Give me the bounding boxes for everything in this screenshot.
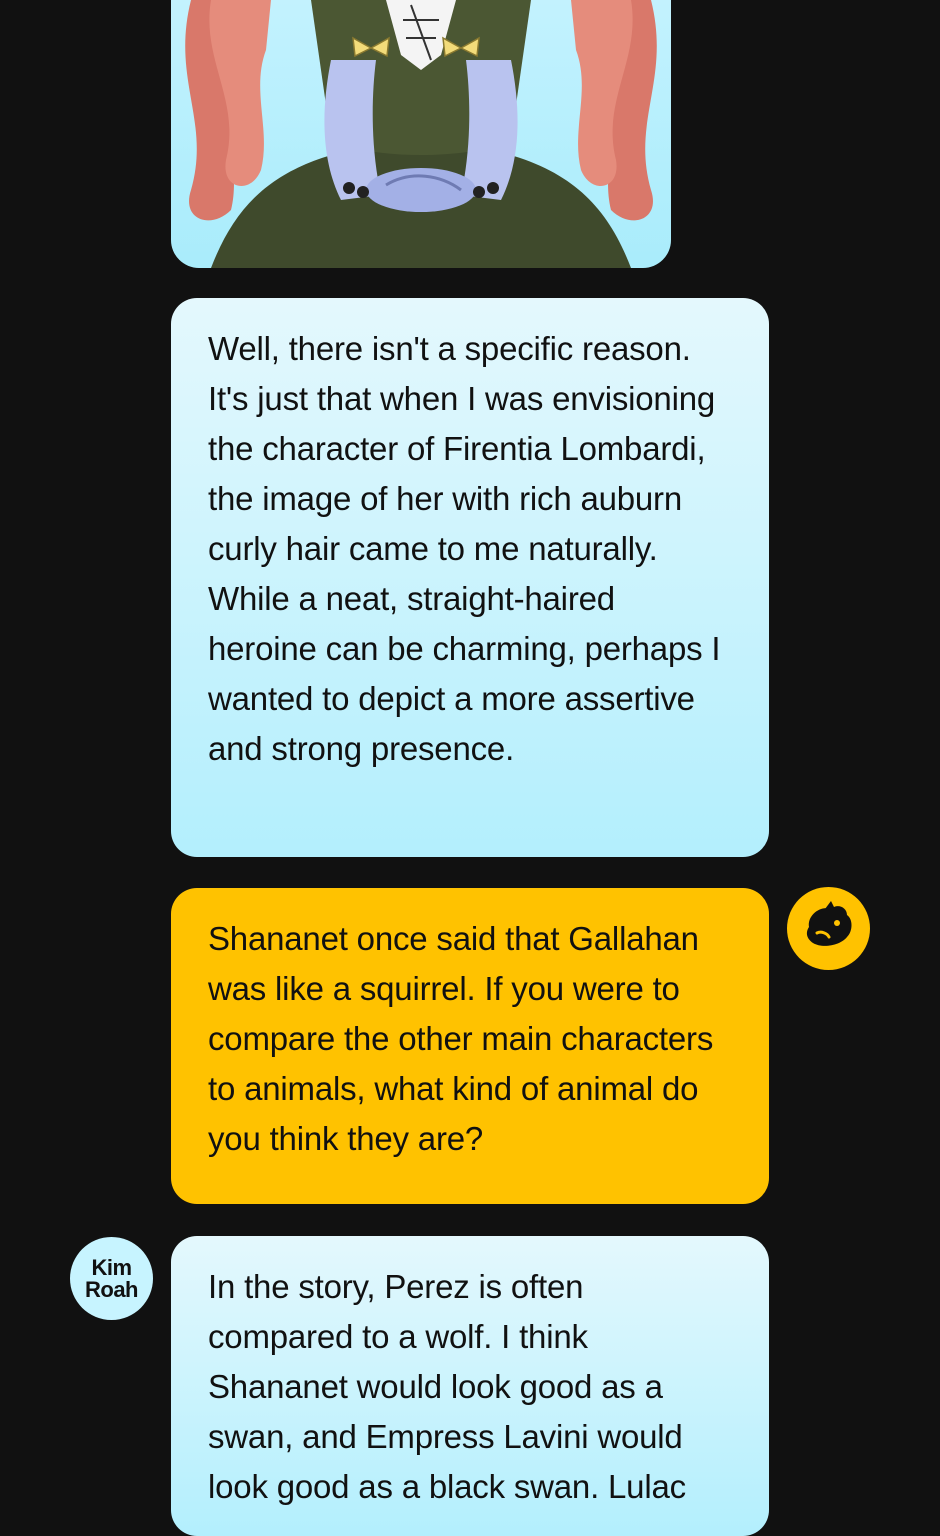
character-illustration <box>171 0 671 268</box>
answer-bubble: Well, there isn't a specific reason. It'… <box>171 298 769 857</box>
character-illustration-art <box>185 0 657 268</box>
answer-bubble: In the story, Perez is often compared to… <box>171 1236 769 1536</box>
question-text: Shananet once said that Gallahan was lik… <box>208 920 714 1157</box>
question-bubble: Shananet once said that Gallahan was lik… <box>171 888 769 1204</box>
author-avatar: Kim Roah <box>70 1237 153 1320</box>
answer-text: In the story, Perez is often compared to… <box>208 1268 686 1505</box>
mascot-icon <box>806 901 852 946</box>
author-avatar-line1: Kim <box>91 1254 132 1280</box>
answer-text: Well, there isn't a specific reason. It'… <box>208 330 721 767</box>
interviewer-avatar <box>787 887 870 970</box>
author-avatar-line2: Roah <box>85 1276 139 1302</box>
